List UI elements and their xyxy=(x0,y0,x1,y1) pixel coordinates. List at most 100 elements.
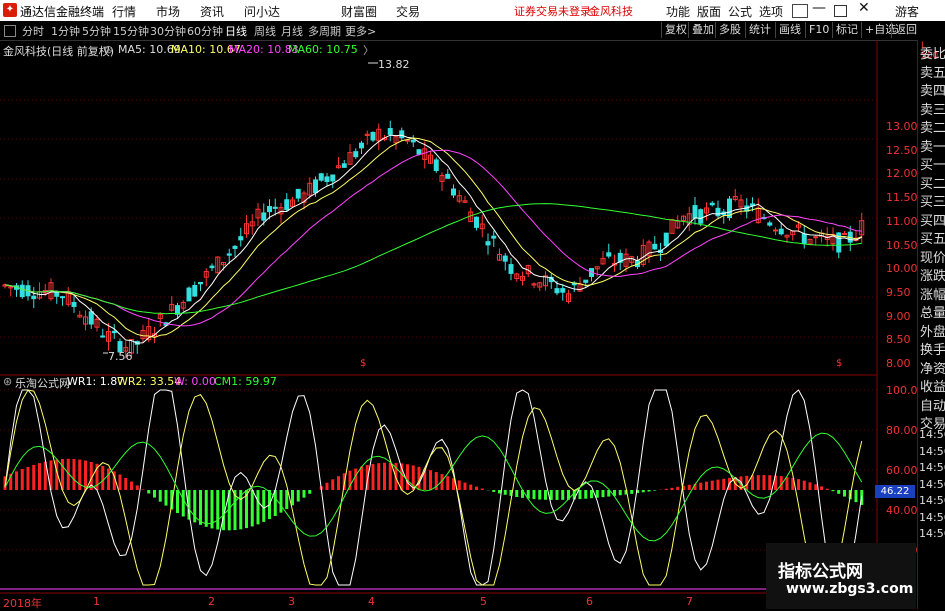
candle-body xyxy=(325,177,329,182)
menu-xuanxiang[interactable]: 选项 xyxy=(759,3,783,20)
price-tick: 11.00 xyxy=(886,215,918,228)
histogram-bar xyxy=(101,466,104,490)
candle-body xyxy=(273,207,277,208)
histogram-bar xyxy=(515,490,518,497)
candle-body xyxy=(360,143,364,148)
time-tick: 6 xyxy=(586,595,593,608)
histogram-bar xyxy=(699,483,702,490)
chart-settings-icon[interactable]: ⊛ xyxy=(104,43,113,56)
menu-shichang[interactable]: 市场 xyxy=(156,3,180,20)
indicator-title: 乐淘公式网 xyxy=(15,375,70,391)
candle-body xyxy=(61,297,65,298)
side-item: 净资 xyxy=(920,361,945,379)
histogram-bar xyxy=(768,475,771,490)
candle-body xyxy=(446,174,450,178)
menu-wenxiaoda[interactable]: 问小达 xyxy=(244,3,280,20)
watermark-title: 指标公式网 xyxy=(778,557,863,582)
candle-body xyxy=(285,200,289,210)
candle-body xyxy=(653,244,657,249)
price-tick: 12.00 xyxy=(886,167,918,180)
close-icon[interactable]: ✕ xyxy=(858,0,870,16)
tab-monthly[interactable]: 月线 xyxy=(281,23,303,39)
histogram-bar xyxy=(722,479,725,490)
guest-label[interactable]: 游客 xyxy=(895,3,919,20)
candle-body xyxy=(843,234,847,235)
histogram-bar xyxy=(653,490,656,491)
back-button[interactable]: 返回 xyxy=(891,22,920,38)
histogram-bar xyxy=(705,482,708,490)
f10-button[interactable]: F10 xyxy=(805,22,832,38)
quote-side-panel: L 500 委比卖五卖四卖三卖二卖一买一买二买三买四买五现价涨跌涨幅总量外盘换手… xyxy=(917,40,945,609)
histogram-bar xyxy=(843,490,846,497)
minimize-icon[interactable]: — xyxy=(812,0,826,16)
histogram-bar xyxy=(671,488,674,490)
tab-30min[interactable]: 30分钟 xyxy=(150,23,186,39)
tab-multi-period[interactable]: 多周期 xyxy=(308,23,341,39)
side-item: 委比 xyxy=(920,46,945,64)
side-item: 涨跌 xyxy=(920,268,945,286)
histogram-bar xyxy=(584,490,587,499)
high-price-label: 13.82 xyxy=(378,58,410,71)
histogram-bar xyxy=(814,484,817,490)
side-item: 涨幅 xyxy=(920,287,945,305)
current-indicator-value: 46.22 xyxy=(875,485,915,498)
tab-5min[interactable]: 5分钟 xyxy=(82,23,111,39)
menu-hangqing[interactable]: 行情 xyxy=(112,3,136,20)
tab-daily[interactable]: 日线 xyxy=(225,23,247,39)
price-tick: 11.50 xyxy=(886,191,918,204)
histogram-bar xyxy=(561,490,564,500)
menu-gongshi[interactable]: 公式 xyxy=(728,3,752,20)
tab-weekly[interactable]: 周线 xyxy=(254,23,276,39)
time-tick: 1 xyxy=(93,595,100,608)
candle-body xyxy=(699,210,703,223)
login-notice[interactable]: 证券交易未登录 xyxy=(514,3,591,19)
histogram-bar xyxy=(832,490,835,491)
histogram-bar xyxy=(717,480,720,490)
histogram-bar xyxy=(147,490,150,493)
signal-mark: $ xyxy=(836,358,842,369)
candle-body xyxy=(814,237,818,238)
draw-line-button[interactable]: 画线 xyxy=(775,22,804,38)
menu-caifuquan[interactable]: 财富圈 xyxy=(341,3,377,20)
histogram-bar xyxy=(550,490,553,500)
ma60-label: MA60: 10.75 xyxy=(288,43,358,56)
histogram-bar xyxy=(280,490,283,513)
statistics-button[interactable]: 统计 xyxy=(745,22,774,38)
ma10-line xyxy=(5,138,862,337)
histogram-bar xyxy=(429,470,432,490)
tab-more[interactable]: 更多> xyxy=(345,23,376,39)
tab-fenshi[interactable]: 分时 xyxy=(22,23,44,39)
menu-banmian[interactable]: 版面 xyxy=(697,3,721,20)
histogram-bar xyxy=(308,490,311,494)
tab-60min[interactable]: 60分钟 xyxy=(187,23,223,39)
side-item: 买二 xyxy=(920,176,945,194)
menu-jiaoyi[interactable]: 交易 xyxy=(396,3,420,20)
menu-zixun[interactable]: 资讯 xyxy=(200,3,224,20)
multi-stock-button[interactable]: 多股 xyxy=(715,22,744,38)
candle-body xyxy=(199,282,203,283)
maximize-icon[interactable] xyxy=(834,5,847,17)
menu-gongneng[interactable]: 功能 xyxy=(666,3,690,20)
legend-close-icon[interactable]: 〉 xyxy=(363,42,374,58)
price-tick: 10.00 xyxy=(886,262,918,275)
histogram-bar xyxy=(142,489,145,490)
histogram-bar xyxy=(446,476,449,490)
kline-chart[interactable]: $$ xyxy=(0,40,917,609)
indicator-settings-icon[interactable]: ⊛ xyxy=(3,375,12,388)
tab-1min[interactable]: 1分钟 xyxy=(51,23,80,39)
toggle-panel-icon[interactable] xyxy=(4,25,16,37)
window-menu-icon[interactable] xyxy=(792,4,808,18)
fuquan-button[interactable]: 复权 xyxy=(661,22,690,38)
candle-body xyxy=(607,253,611,256)
histogram-bar xyxy=(27,467,30,490)
indicator-tick: 80.00 xyxy=(886,424,918,437)
histogram-bar xyxy=(475,487,478,490)
histogram-bar xyxy=(360,467,363,490)
tab-15min[interactable]: 15分钟 xyxy=(113,23,149,39)
mark-button[interactable]: 标记 xyxy=(832,22,861,38)
candle-body xyxy=(452,189,456,195)
histogram-bar xyxy=(38,463,41,490)
indicator-tick: 60.00 xyxy=(886,464,918,477)
histogram-bar xyxy=(153,490,156,498)
overlay-button[interactable]: 叠加 xyxy=(688,22,717,38)
